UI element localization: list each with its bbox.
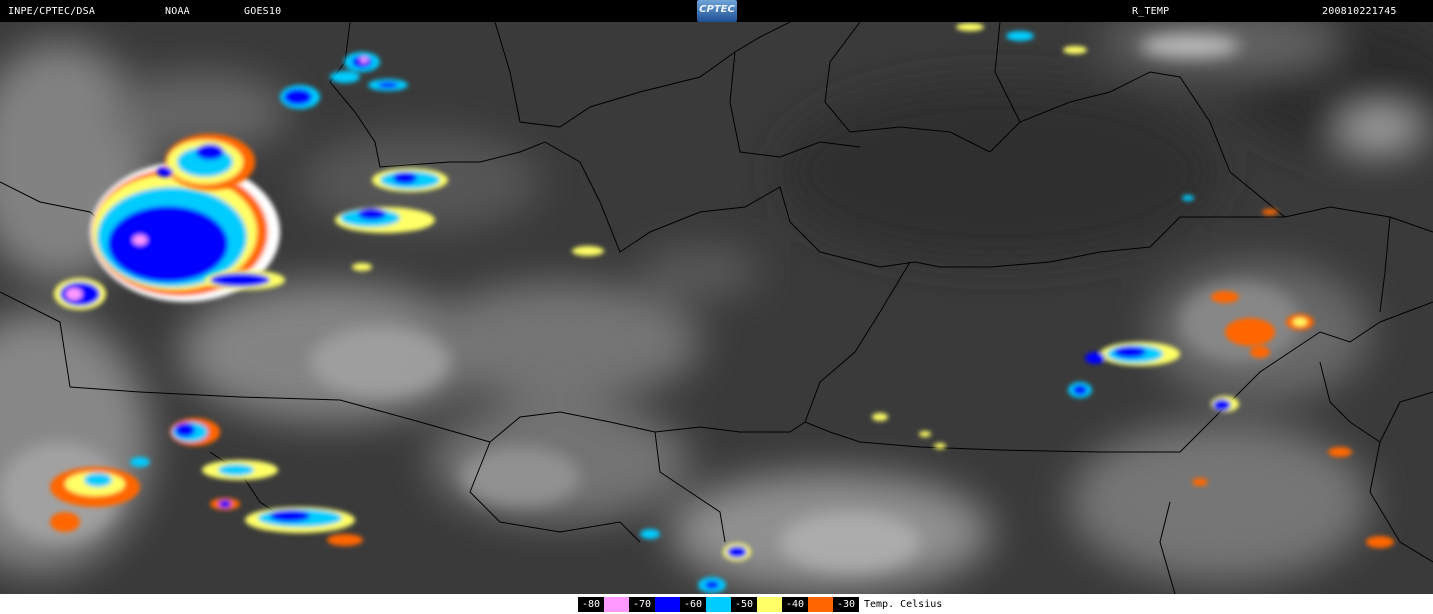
product-label: R_TEMP bbox=[1132, 6, 1170, 17]
legend-swatch bbox=[706, 597, 731, 612]
legend-label: -50 bbox=[731, 597, 757, 612]
legend-item: -50 bbox=[731, 597, 782, 612]
satellite-map-svg bbox=[0, 22, 1433, 594]
legend-unit-label: Temp. Celsius bbox=[864, 599, 943, 610]
legend-swatch bbox=[757, 597, 782, 612]
legend-item: -70 bbox=[629, 597, 680, 612]
legend-label: -60 bbox=[680, 597, 706, 612]
image-header: INPE/CPTEC/DSA NOAA GOES10 CPTEC R_TEMP … bbox=[0, 0, 1433, 22]
legend-row: -80 -70 -60 -50 -40 -30 Temp. Celsius bbox=[578, 597, 942, 612]
legend-swatch bbox=[655, 597, 680, 612]
legend-item: -40 bbox=[782, 597, 833, 612]
source-label: INPE/CPTEC/DSA bbox=[8, 6, 96, 17]
legend-label: -40 bbox=[782, 597, 808, 612]
legend-item: -80 bbox=[578, 597, 629, 612]
legend-item: -30 bbox=[833, 597, 859, 612]
legend-item: -60 bbox=[680, 597, 731, 612]
legend-swatch bbox=[604, 597, 629, 612]
temperature-legend: -80 -70 -60 -50 -40 -30 Temp. Celsius bbox=[0, 594, 1433, 614]
legend-label: -80 bbox=[578, 597, 604, 612]
satellite-label: GOES10 bbox=[244, 6, 282, 17]
timestamp-label: 200810221745 bbox=[1322, 6, 1397, 17]
legend-label: -30 bbox=[833, 597, 859, 612]
agency-label: NOAA bbox=[165, 6, 190, 17]
cptec-logo: CPTEC bbox=[697, 0, 737, 22]
legend-swatch bbox=[808, 597, 833, 612]
satellite-image bbox=[0, 22, 1433, 594]
legend-label: -70 bbox=[629, 597, 655, 612]
